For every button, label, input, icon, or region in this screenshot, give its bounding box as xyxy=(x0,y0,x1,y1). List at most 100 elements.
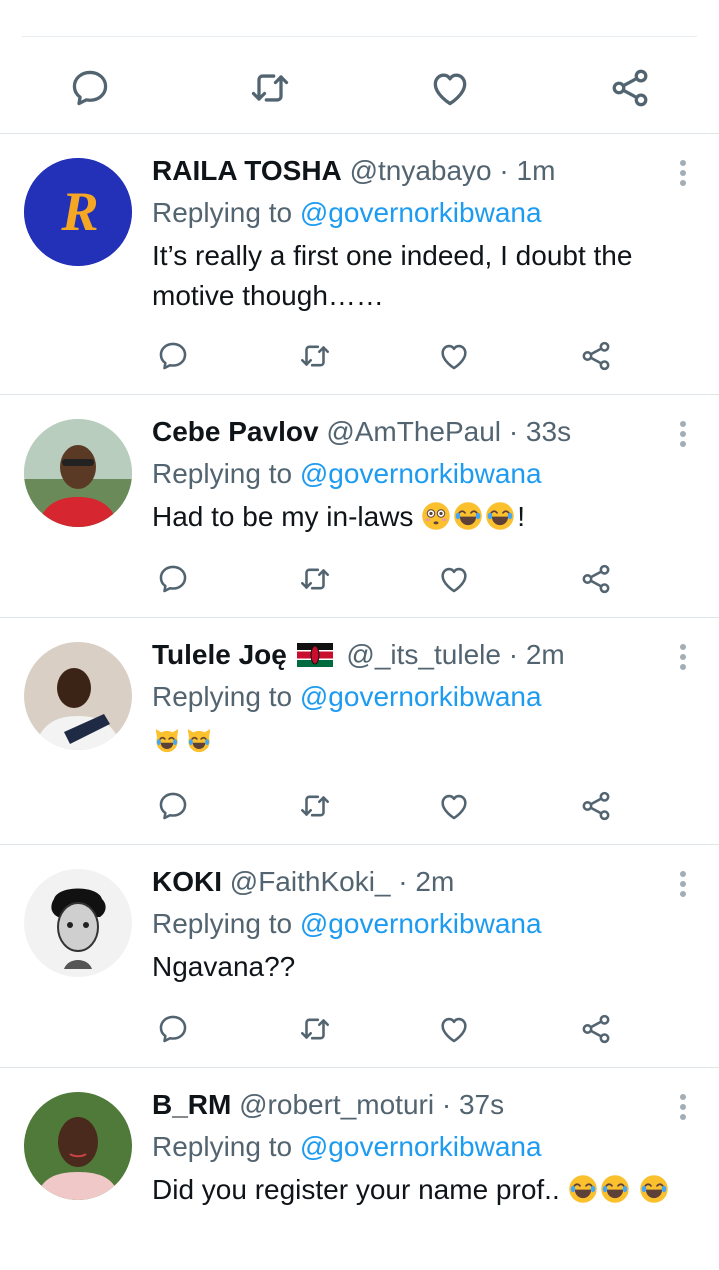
reply-icon xyxy=(156,1012,190,1046)
replying-to-label: Replying to xyxy=(152,1131,293,1162)
dot-separator: · xyxy=(508,639,519,670)
reply-icon xyxy=(156,562,190,596)
retweet-icon xyxy=(298,562,332,596)
display-name[interactable]: Tulele Joę xyxy=(152,639,287,670)
flushed-face-emoji xyxy=(421,501,451,531)
avatar[interactable]: R xyxy=(24,158,132,266)
user-handle[interactable]: @FaithKoki_ xyxy=(230,866,391,897)
tweet-time: 1m xyxy=(516,155,556,186)
tweet-text-content: Did you register your name prof.. xyxy=(152,1174,560,1205)
display-name[interactable]: B_RM xyxy=(152,1089,231,1120)
retweet-icon xyxy=(298,789,332,823)
tweet-actions xyxy=(0,786,719,826)
tweet-header: B_RM @robert_moturi · 37s xyxy=(152,1088,679,1122)
more-options-button[interactable] xyxy=(675,869,691,899)
share-icon xyxy=(608,66,652,110)
replying-to-handle[interactable]: @governorkibwana xyxy=(300,1131,542,1162)
user-handle[interactable]: @_its_tulele xyxy=(346,639,501,670)
share-button[interactable] xyxy=(576,1009,616,1049)
retweet-button[interactable] xyxy=(295,786,335,826)
reply-tweet[interactable]: KOKI @FaithKoki_ · 2m Replying to @gover… xyxy=(0,845,719,1067)
more-options-button[interactable] xyxy=(675,419,691,449)
like-button[interactable] xyxy=(434,559,474,599)
tweet-time: 2m xyxy=(415,866,455,897)
divider xyxy=(22,36,697,37)
share-button[interactable] xyxy=(576,559,616,599)
replying-to-label: Replying to xyxy=(152,197,293,228)
reply-tweet[interactable]: Tulele Joę @_its_tulele · 2m Replying to… xyxy=(0,618,719,844)
replying-to: Replying to @governorkibwana xyxy=(152,1130,679,1164)
tweet-text: It’s really a first one indeed, I doubt … xyxy=(152,240,633,311)
retweet-button[interactable] xyxy=(295,336,335,376)
reply-button[interactable] xyxy=(153,786,193,826)
tweet-header: KOKI @FaithKoki_ · 2m xyxy=(152,865,679,899)
like-button[interactable] xyxy=(434,336,474,376)
retweet-icon xyxy=(248,66,292,110)
reply-icon xyxy=(156,339,190,373)
retweet-icon xyxy=(298,1012,332,1046)
tweet-text-content: Had to be my in-laws xyxy=(152,501,414,532)
avatar-logo-image: R xyxy=(24,158,132,266)
user-handle[interactable]: @robert_moturi xyxy=(239,1089,434,1120)
replying-to-handle[interactable]: @governorkibwana xyxy=(300,197,542,228)
main-tweet-actions xyxy=(0,60,719,116)
tweet-text: Did you register your name prof.. xyxy=(152,1170,679,1210)
replying-to-handle[interactable]: @governorkibwana xyxy=(300,908,542,939)
reply-tweet[interactable]: Cebe Pavlov @AmThePaul · 33s Replying to… xyxy=(0,395,719,617)
like-icon xyxy=(437,1012,471,1046)
retweet-button[interactable] xyxy=(242,60,298,116)
like-button[interactable] xyxy=(434,786,474,826)
replying-to-handle[interactable]: @governorkibwana xyxy=(300,681,542,712)
reply-tweet[interactable]: B_RM @robert_moturi · 37s Replying to @g… xyxy=(0,1068,719,1268)
user-handle[interactable]: @tnyabayo xyxy=(350,155,492,186)
reply-button[interactable] xyxy=(62,60,118,116)
tweet-actions xyxy=(0,1009,719,1049)
like-button[interactable] xyxy=(434,1009,474,1049)
share-button[interactable] xyxy=(576,336,616,376)
share-icon xyxy=(579,339,613,373)
avatar[interactable] xyxy=(24,419,132,527)
reply-button[interactable] xyxy=(153,336,193,376)
like-button[interactable] xyxy=(422,60,478,116)
tweet-actions xyxy=(0,559,719,599)
share-button[interactable] xyxy=(576,786,616,826)
user-handle[interactable]: @AmThePaul xyxy=(326,416,501,447)
share-icon xyxy=(579,1012,613,1046)
rolling-laughing-emoji xyxy=(453,501,483,531)
avatar-photo xyxy=(24,1092,132,1200)
like-icon xyxy=(437,339,471,373)
rolling-laughing-emoji xyxy=(639,1174,669,1204)
more-options-button[interactable] xyxy=(675,158,691,188)
avatar[interactable] xyxy=(24,642,132,750)
share-button[interactable] xyxy=(602,60,658,116)
tweet-actions xyxy=(0,336,719,376)
avatar[interactable] xyxy=(24,869,132,977)
rolling-laughing-emoji xyxy=(485,501,515,531)
retweet-button[interactable] xyxy=(295,1009,335,1049)
like-icon xyxy=(437,789,471,823)
more-options-icon xyxy=(680,421,686,427)
more-options-button[interactable] xyxy=(675,1092,691,1122)
replying-to-handle[interactable]: @governorkibwana xyxy=(300,458,542,489)
tweet-header: Cebe Pavlov @AmThePaul · 33s xyxy=(152,415,679,449)
avatar-photo xyxy=(24,419,132,527)
reply-button[interactable] xyxy=(153,559,193,599)
retweet-button[interactable] xyxy=(295,559,335,599)
replying-to: Replying to @governorkibwana xyxy=(152,907,679,941)
replying-to: Replying to @governorkibwana xyxy=(152,680,679,714)
dot-separator: · xyxy=(398,866,408,897)
replying-to: Replying to @governorkibwana xyxy=(152,196,679,230)
more-options-button[interactable] xyxy=(675,642,691,672)
more-options-icon xyxy=(680,644,686,650)
share-icon xyxy=(579,562,613,596)
replying-to: Replying to @governorkibwana xyxy=(152,457,679,491)
reply-tweet[interactable]: R RAILA TOSHA @tnyabayo · 1m Replying to… xyxy=(0,134,719,394)
reply-button[interactable] xyxy=(153,1009,193,1049)
avatar[interactable] xyxy=(24,1092,132,1200)
tweet-time: 37s xyxy=(458,1089,505,1120)
display-name[interactable]: RAILA TOSHA xyxy=(152,155,342,186)
share-icon xyxy=(579,789,613,823)
display-name[interactable]: KOKI xyxy=(152,866,222,897)
avatar-photo xyxy=(24,642,132,750)
display-name[interactable]: Cebe Pavlov xyxy=(152,416,319,447)
